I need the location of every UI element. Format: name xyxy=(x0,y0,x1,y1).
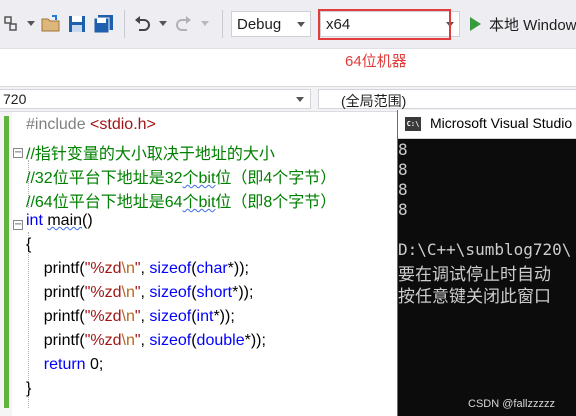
run-button[interactable]: 本地 Windows xyxy=(470,12,576,36)
member-dropdown[interactable]: (全局范围) xyxy=(318,89,576,109)
code-token: 个bit xyxy=(182,194,216,211)
console-line: 要在调试停止时自动 xyxy=(398,265,551,285)
code-token: int xyxy=(26,212,48,229)
code-token: <stdio.h> xyxy=(90,116,156,133)
code-line-p2[interactable]: printf("%zd\n", sizeof(short*)); xyxy=(26,284,254,308)
code-token: double xyxy=(196,332,245,349)
code-line-p1[interactable]: printf("%zd\n", sizeof(char*)); xyxy=(26,260,249,284)
save-all-icon[interactable] xyxy=(92,12,116,36)
code-token: //32位平台下地址是32 xyxy=(26,170,183,187)
code-token: //指针变量的大小取决于地址的大小 xyxy=(26,146,275,163)
collapse-function-icon[interactable]: − xyxy=(13,220,23,230)
console-line: 按任意键关闭此窗口 xyxy=(398,287,551,307)
code-token: char xyxy=(196,260,228,277)
code-token: *)); xyxy=(232,284,254,301)
code-line-include[interactable]: #include <stdio.h> xyxy=(26,116,156,140)
code-line-ret[interactable]: return 0; xyxy=(26,356,104,380)
console-title-bar[interactable]: C:\ Microsoft Visual Studio xyxy=(398,110,576,139)
code-token: *)); xyxy=(227,260,249,277)
code-token: \n xyxy=(121,332,135,349)
debug-console-window[interactable]: C:\ Microsoft Visual Studio 8 8 8 8 D:\C++\s… xyxy=(397,110,576,416)
change-tracking-bar xyxy=(4,116,9,408)
code-token: 位（即4个字节） xyxy=(215,170,337,187)
code-line-c1[interactable]: //指针变量的大小取决于地址的大小 xyxy=(26,140,275,164)
undo-icon[interactable] xyxy=(132,12,152,36)
navigation-bar: 720 (全局范围) xyxy=(0,86,576,112)
configuration-dropdown[interactable]: Debug xyxy=(231,11,311,37)
code-line-open[interactable]: { xyxy=(26,236,31,260)
open-folder-icon[interactable] xyxy=(40,12,62,36)
watermark: CSDN @fallzzzzz xyxy=(468,398,555,410)
code-token: printf( xyxy=(26,284,85,301)
configuration-value: Debug xyxy=(237,16,282,33)
redo-dropdown-icon[interactable] xyxy=(201,21,209,26)
chevron-down-icon xyxy=(297,22,305,27)
code-token: sizeof xyxy=(149,332,192,349)
console-line: 8 xyxy=(398,200,408,219)
console-output: 8 8 8 8 D:\C++\sumblog720\ 要在调试停止时自动 按任意键关闭此窗口 xyxy=(398,140,576,416)
save-icon[interactable] xyxy=(67,12,87,36)
code-token: { xyxy=(26,236,32,253)
platform-annotation: 64位机器 xyxy=(345,53,407,70)
code-token: printf( xyxy=(26,308,85,325)
console-line: 8 xyxy=(398,180,408,199)
code-line-c2[interactable]: //32位平台下地址是32个bit位（即4个字节） xyxy=(26,164,336,188)
console-line: D:\C++\sumblog720\ xyxy=(398,240,572,259)
code-line-p4[interactable]: printf("%zd\n", sizeof(double*)); xyxy=(26,332,266,356)
code-token: \n xyxy=(121,308,135,325)
member-value: (全局范围) xyxy=(341,93,407,109)
code-token: *)); xyxy=(213,308,235,325)
code-token: } xyxy=(26,380,32,397)
code-token: return xyxy=(43,356,86,373)
code-token: #include xyxy=(26,116,91,133)
code-token: 位（即8个字节） xyxy=(215,194,337,211)
code-token: \n xyxy=(121,284,135,301)
code-token: 个bit xyxy=(182,170,216,187)
code-token: int xyxy=(196,308,214,325)
run-label: 本地 Windows xyxy=(489,16,576,34)
scope-value: 720 xyxy=(3,91,27,107)
nav-dropdown-icon[interactable] xyxy=(27,21,35,26)
code-token: //64位平台下地址是64 xyxy=(26,194,183,211)
undo-dropdown-icon[interactable] xyxy=(159,21,167,26)
code-token: "%zd xyxy=(84,308,122,325)
console-app-icon: C:\ xyxy=(405,117,421,131)
console-title: Microsoft Visual Studio xyxy=(430,115,573,131)
redo-icon[interactable] xyxy=(174,12,194,36)
code-token: sizeof xyxy=(149,260,192,277)
code-token: sizeof xyxy=(149,284,192,301)
code-token: "%zd xyxy=(84,284,122,301)
code-token: short xyxy=(196,284,233,301)
code-line-c3[interactable]: //64位平台下地址是64个bit位（即8个字节） xyxy=(26,188,336,212)
code-token: () xyxy=(82,212,93,229)
toolbar: Debug x64 本地 Windows xyxy=(0,0,576,49)
scope-dropdown[interactable]: 720 xyxy=(0,89,311,109)
code-token: "%zd xyxy=(84,260,122,277)
console-line: 8 xyxy=(398,160,408,179)
code-token: main xyxy=(47,212,83,229)
code-line-main[interactable]: int main() xyxy=(26,212,93,236)
code-token: "%zd xyxy=(84,332,122,349)
code-token: sizeof xyxy=(149,308,192,325)
code-token: 0; xyxy=(85,356,104,373)
run-icon xyxy=(470,17,481,31)
code-token: \n xyxy=(121,260,135,277)
platform-highlight-box xyxy=(318,9,451,40)
console-line: 8 xyxy=(398,140,408,159)
code-token: printf( xyxy=(26,260,85,277)
collapse-comment-icon[interactable]: − xyxy=(13,148,23,158)
code-token: *)); xyxy=(244,332,266,349)
code-token: printf( xyxy=(26,332,85,349)
code-line-close[interactable]: } xyxy=(26,380,31,404)
nav-icon[interactable] xyxy=(2,12,20,36)
code-line-p3[interactable]: printf("%zd\n", sizeof(int*)); xyxy=(26,308,235,332)
chevron-down-icon xyxy=(296,97,304,102)
